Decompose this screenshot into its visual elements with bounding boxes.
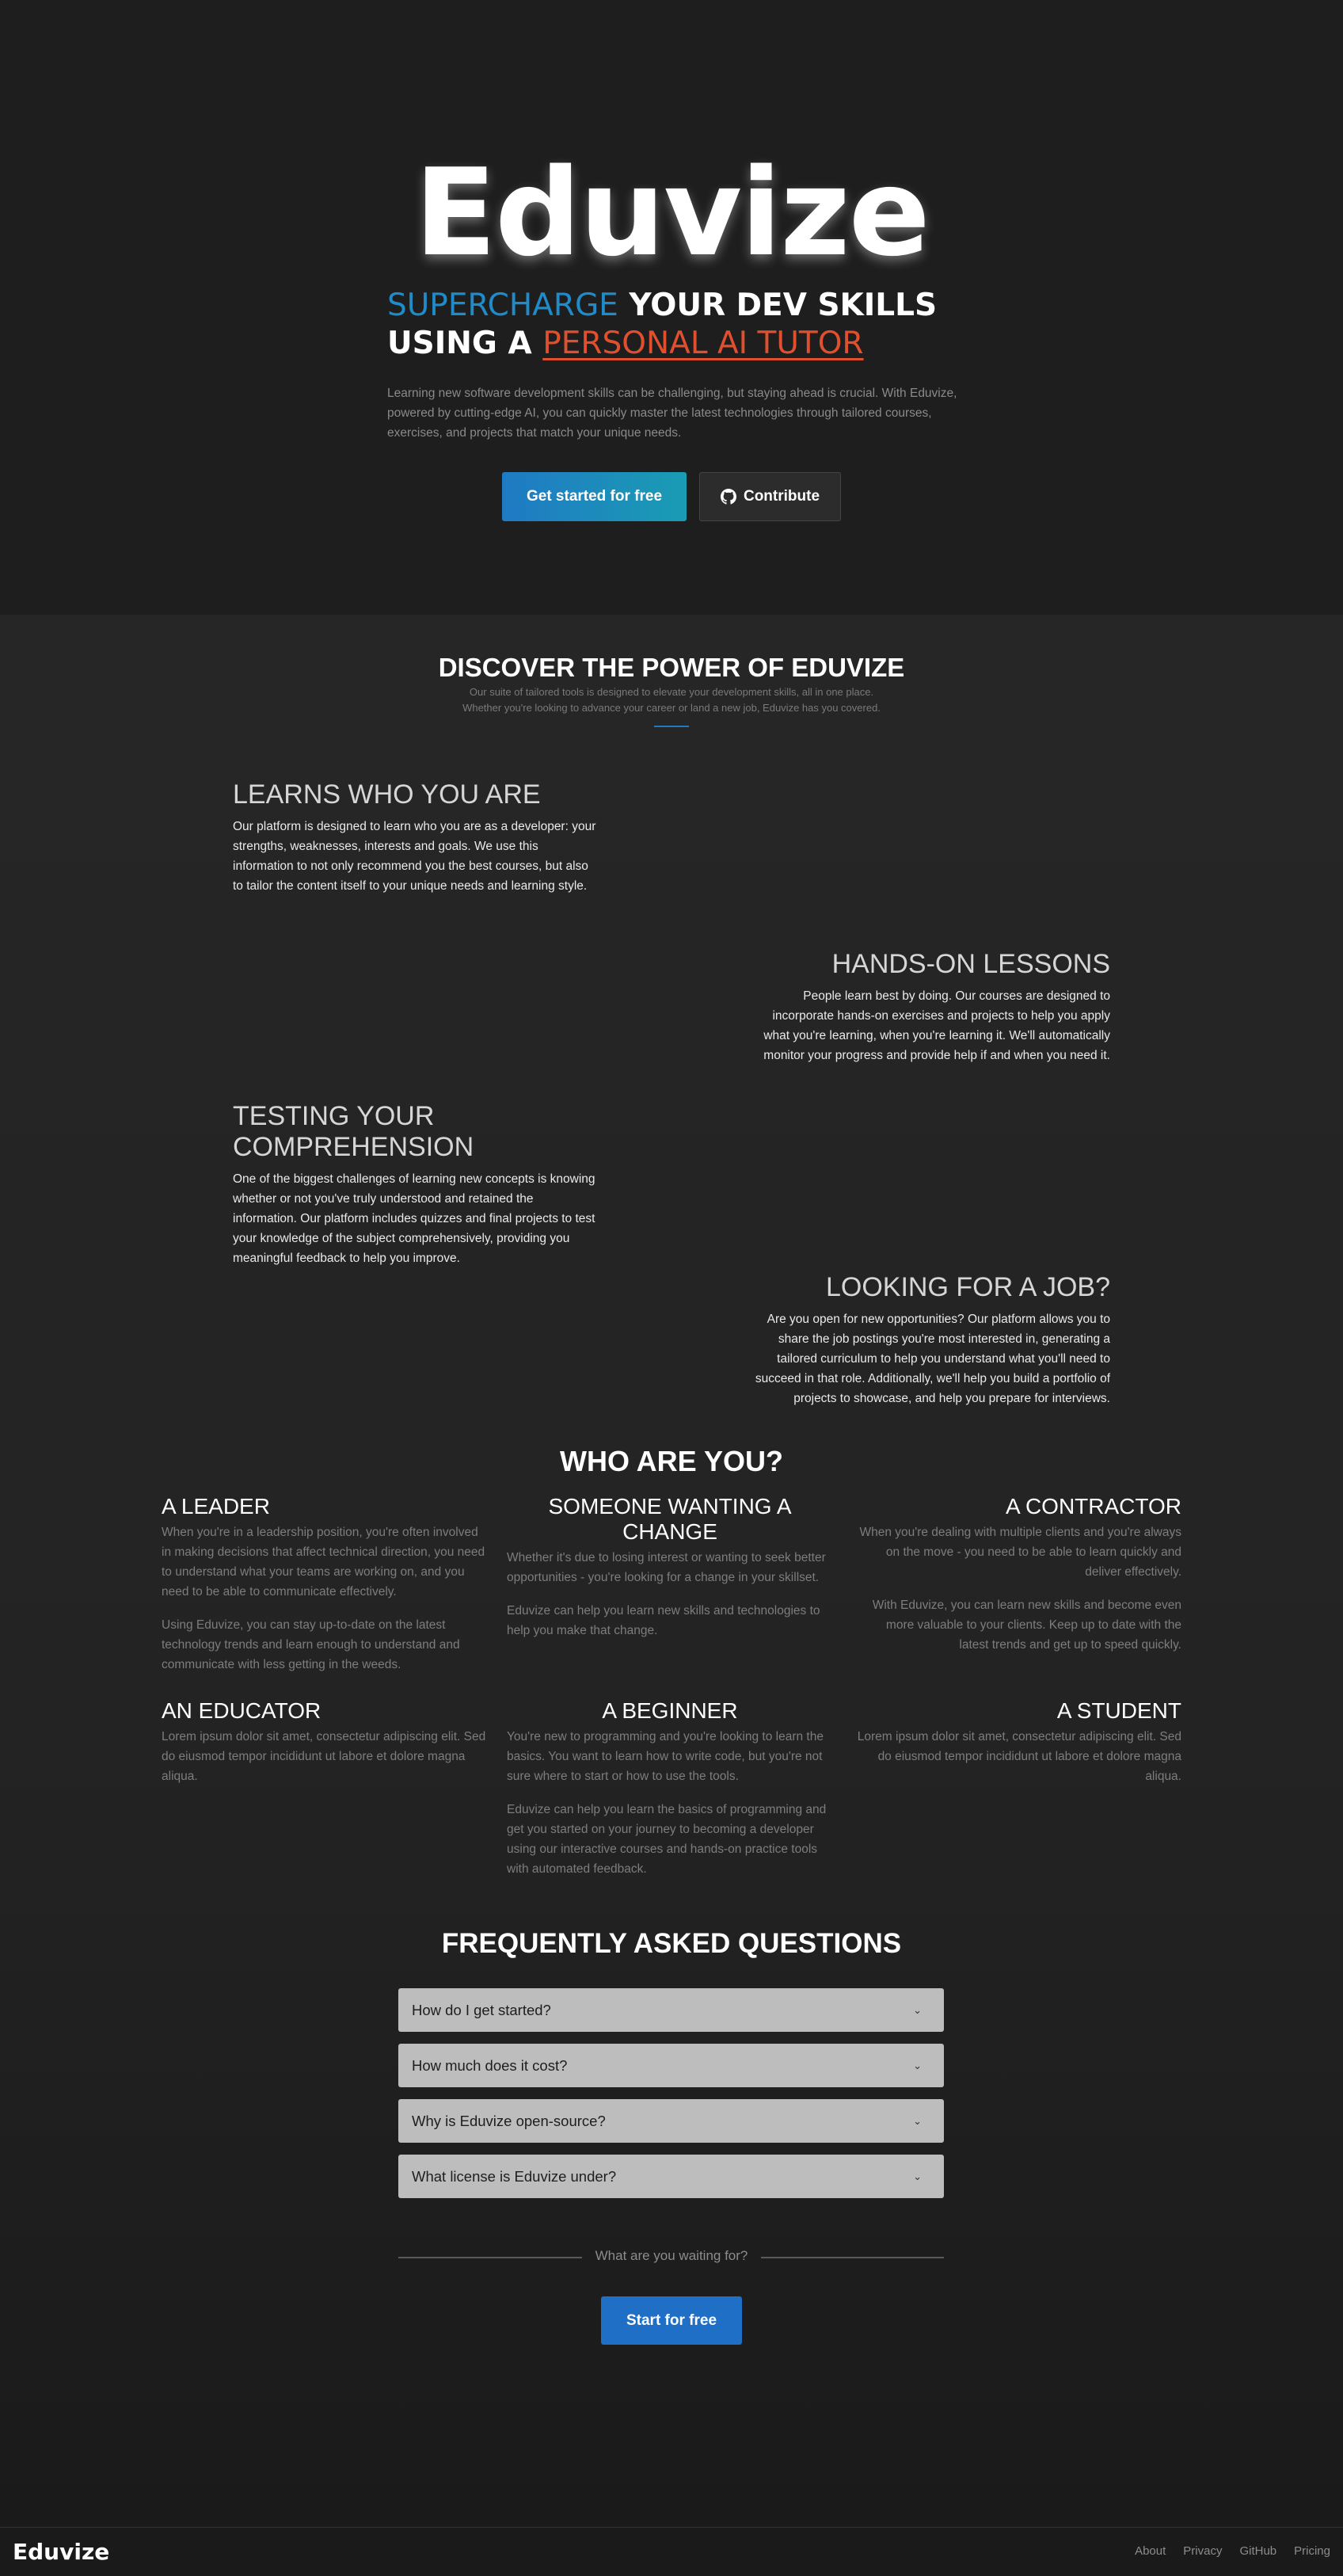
faq-title: FREQUENTLY ASKED QUESTIONS — [441, 1928, 902, 1959]
role-text: With Eduvize, you can learn new skills a… — [872, 1599, 1181, 1652]
faq-item[interactable]: How do I get started? ⌄ — [398, 1988, 944, 2032]
get-started-button[interactable]: Get started for free — [502, 472, 687, 521]
role-text: Whether it's due to losing interest or w… — [507, 1551, 826, 1584]
contribute-button[interactable]: Contribute — [699, 472, 841, 521]
role-beginner: A BEGINNER You're new to programming and… — [507, 1698, 833, 1892]
faq-question: What license is Eduvize under? — [412, 2167, 617, 2185]
cta-divider-left — [398, 2257, 582, 2258]
github-icon — [720, 489, 736, 505]
footer-logo[interactable]: Eduvize — [13, 2539, 109, 2565]
feature-hands-on: HANDS-ON LESSONS People learn best by do… — [744, 949, 1110, 1065]
feature-title: LOOKING FOR A JOB? — [826, 1272, 1110, 1302]
footer-link-about[interactable]: About — [1135, 2544, 1166, 2558]
role-contractor: A CONTRACTOR When you're dealing with mu… — [855, 1494, 1181, 1668]
hero-logo: Eduvize — [414, 143, 930, 283]
chevron-down-icon: ⌄ — [913, 2114, 922, 2127]
chevron-down-icon: ⌄ — [913, 2003, 922, 2016]
hero-description: Learning new software development skills… — [387, 387, 957, 440]
role-title: A LEADER — [162, 1494, 270, 1519]
role-educator: AN EDUCATOR Lorem ipsum dolor sit amet, … — [162, 1698, 488, 1800]
feature-testing: TESTING YOUR COMPREHENSION One of the bi… — [233, 1101, 599, 1268]
faq-question: Why is Eduvize open-source? — [412, 2112, 606, 2129]
discover-title: DISCOVER THE POWER OF EDUVIZE — [438, 653, 905, 682]
main-section: DISCOVER THE POWER OF EDUVIZE Our suite … — [0, 615, 1343, 2527]
role-text: Using Eduvize, you can stay up-to-date o… — [162, 1618, 460, 1671]
role-text: Lorem ipsum dolor sit amet, consectetur … — [857, 1730, 1181, 1783]
role-leader: A LEADER When you're in a leadership pos… — [162, 1494, 488, 1688]
start-free-button[interactable]: Start for free — [601, 2296, 742, 2345]
footer-link-github[interactable]: GitHub — [1239, 2544, 1276, 2558]
feature-text: Are you open for new opportunities? Our … — [755, 1313, 1110, 1405]
feature-title: TESTING YOUR COMPREHENSION — [233, 1101, 474, 1162]
faq-item[interactable]: What license is Eduvize under? ⌄ — [398, 2155, 944, 2198]
feature-text: One of the biggest challenges of learnin… — [233, 1172, 595, 1265]
role-text: When you're dealing with multiple client… — [859, 1526, 1181, 1579]
role-title: A CONTRACTOR — [1006, 1494, 1181, 1519]
faq-item[interactable]: How much does it cost? ⌄ — [398, 2044, 944, 2087]
feature-title: LEARNS WHO YOU ARE — [233, 779, 541, 810]
feature-text: Our platform is designed to learn who yo… — [233, 820, 596, 893]
chevron-down-icon: ⌄ — [913, 2170, 922, 2182]
footer-link-privacy[interactable]: Privacy — [1183, 2544, 1222, 2558]
faq-item[interactable]: Why is Eduvize open-source? ⌄ — [398, 2099, 944, 2143]
discover-subtitle: Our suite of tailored tools is designed … — [0, 684, 1343, 716]
hero-section: Eduvize SUPERCHARGE YOUR DEV SKILLS USIN… — [0, 0, 1343, 615]
faq-question: How do I get started? — [412, 2001, 551, 2018]
discover-subtitle-line1: Our suite of tailored tools is designed … — [469, 686, 874, 698]
feature-title: HANDS-ON LESSONS — [831, 949, 1110, 979]
tagline-text-2: USING A — [387, 326, 543, 361]
feature-job: LOOKING FOR A JOB? Are you open for new … — [744, 1272, 1110, 1408]
footer-link-pricing[interactable]: Pricing — [1294, 2544, 1330, 2558]
faq-question: How much does it cost? — [412, 2056, 568, 2074]
cta-divider-right — [761, 2257, 944, 2258]
role-title: A BEGINNER — [602, 1698, 738, 1723]
role-title: SOMEONE WANTING A CHANGE — [548, 1494, 792, 1544]
role-change: SOMEONE WANTING A CHANGE Whether it's du… — [507, 1494, 833, 1654]
feature-learns: LEARNS WHO YOU ARE Our platform is desig… — [233, 779, 599, 896]
tagline-text: YOUR DEV SKILLS — [618, 288, 938, 323]
discover-subtitle-line2: Whether you're looking to advance your c… — [462, 702, 881, 714]
chevron-down-icon: ⌄ — [913, 2059, 922, 2071]
role-student: A STUDENT Lorem ipsum dolor sit amet, co… — [855, 1698, 1181, 1800]
role-text: Lorem ipsum dolor sit amet, consectetur … — [162, 1730, 486, 1783]
contribute-label: Contribute — [743, 488, 820, 505]
tagline-tutor: PERSONAL AI TUTOR — [542, 326, 864, 361]
footer: Eduvize About Privacy GitHub Pricing — [0, 2527, 1343, 2576]
role-text: Eduvize can help you learn new skills an… — [507, 1604, 820, 1637]
hero-tagline: SUPERCHARGE YOUR DEV SKILLS USING A PERS… — [387, 287, 973, 363]
role-title: AN EDUCATOR — [162, 1698, 321, 1723]
who-title: WHO ARE YOU? — [559, 1445, 783, 1477]
role-text: Eduvize can help you learn the basics of… — [507, 1803, 827, 1876]
tagline-highlight: SUPERCHARGE — [387, 288, 618, 323]
cta-prompt: What are you waiting for? — [595, 2248, 748, 2263]
feature-text: People learn best by doing. Our courses … — [763, 989, 1110, 1062]
accent-divider — [654, 726, 689, 727]
role-title: A STUDENT — [1056, 1698, 1181, 1723]
role-text: When you're in a leadership position, yo… — [162, 1526, 485, 1599]
footer-links: About Privacy GitHub Pricing — [1135, 2544, 1330, 2558]
role-text: You're new to programming and you're loo… — [507, 1730, 824, 1783]
